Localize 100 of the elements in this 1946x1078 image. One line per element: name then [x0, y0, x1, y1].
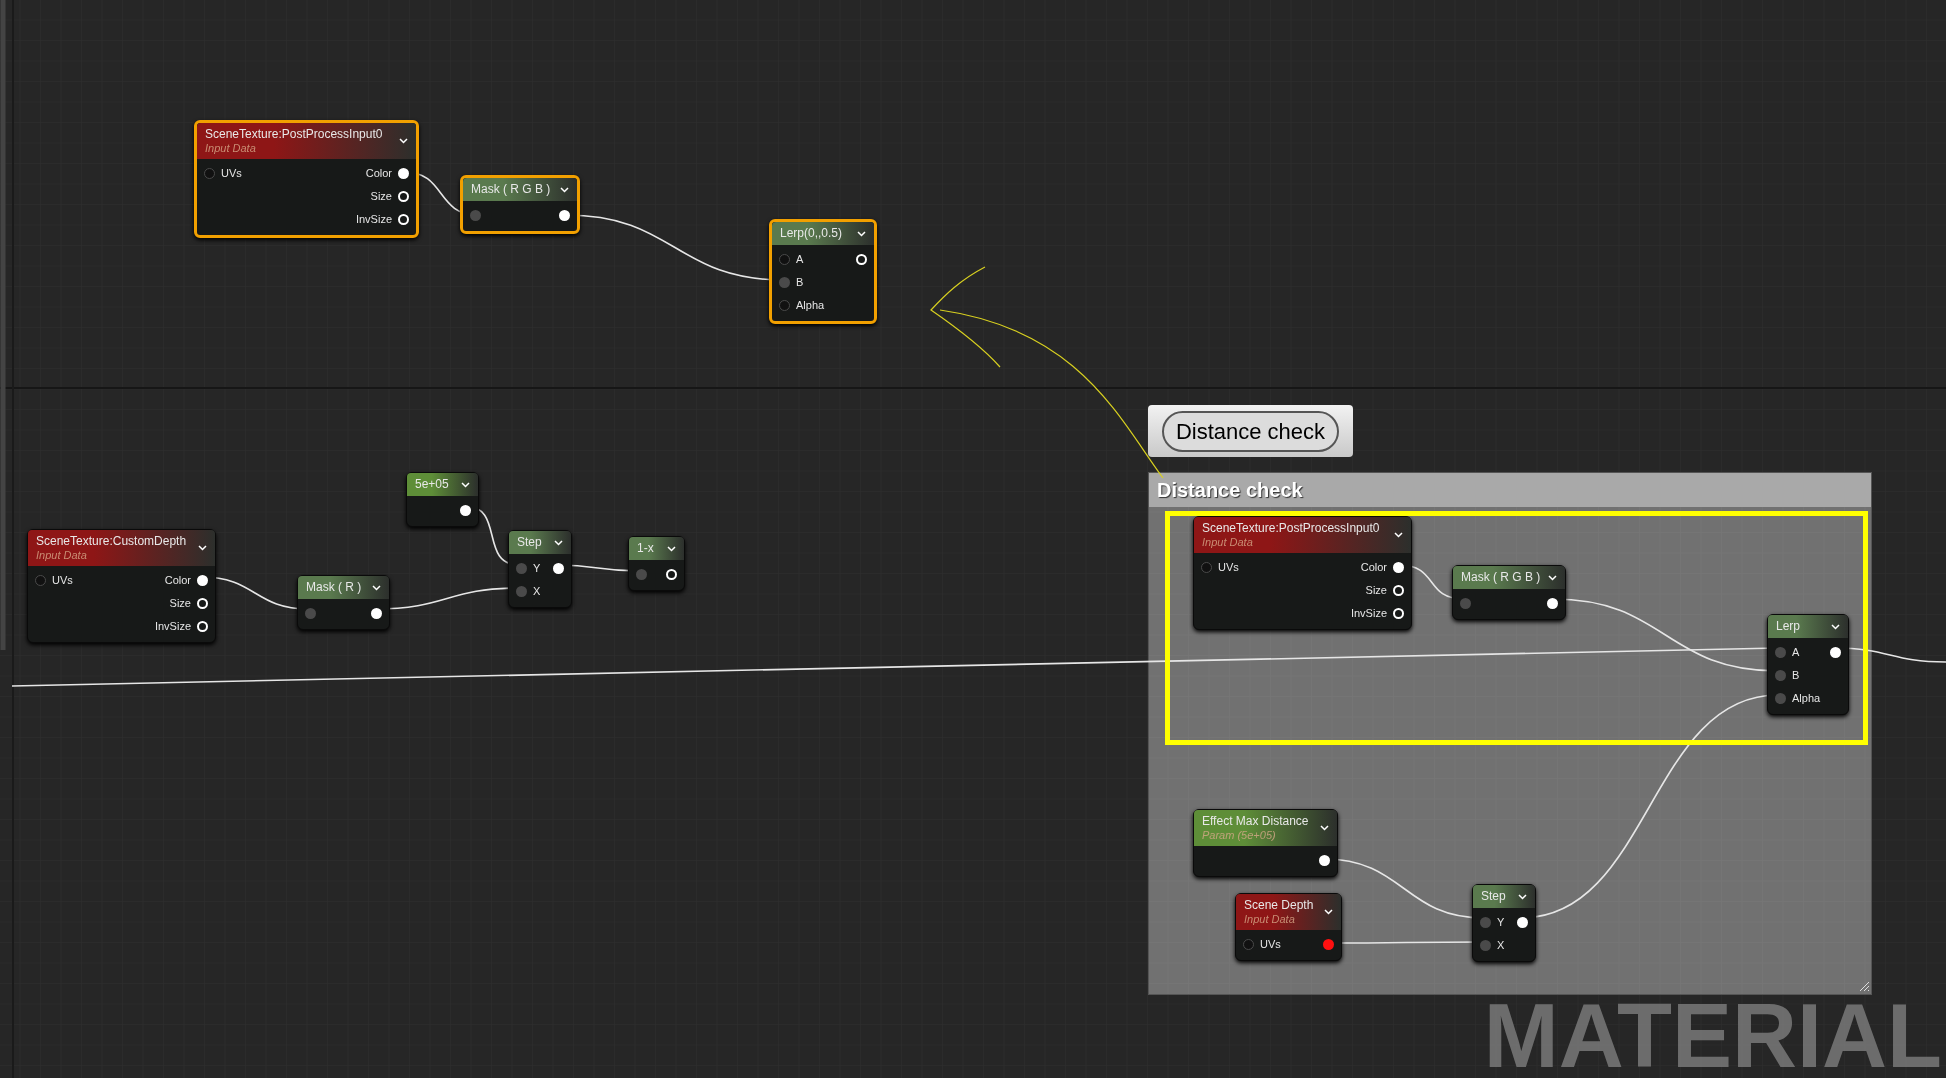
pin-label: Alpha: [796, 298, 825, 314]
node-title: 1-x: [637, 541, 654, 556]
pin-label: UVs: [221, 166, 242, 182]
material-node[interactable]: Step Y X: [1472, 884, 1536, 962]
chevron-down-icon[interactable]: [554, 539, 563, 546]
node-title: Scene Depth: [1244, 897, 1314, 913]
output-pin[interactable]: [1319, 855, 1330, 866]
pin-label: B: [1792, 668, 1800, 684]
chevron-down-icon[interactable]: [461, 481, 470, 488]
node-title: Mask ( R ): [306, 580, 362, 595]
material-node[interactable]: Lerp A B Alpha: [1767, 614, 1849, 715]
material-node[interactable]: Mask ( R ): [297, 575, 390, 630]
input-pin[interactable]: [779, 254, 790, 265]
input-pin[interactable]: [1775, 647, 1786, 658]
chevron-down-icon[interactable]: [399, 138, 408, 144]
node-title: Mask ( R G B ): [1461, 570, 1541, 585]
input-pin[interactable]: [1460, 598, 1471, 609]
material-node[interactable]: SceneTexture:CustomDepth Input Data UVs Color Size InvSize: [27, 529, 216, 643]
output-pin[interactable]: [1393, 585, 1404, 596]
input-pin[interactable]: [1243, 939, 1254, 950]
output-pin[interactable]: [197, 598, 208, 609]
chevron-down-icon[interactable]: [667, 545, 676, 552]
node-subtitle: Input Data: [36, 548, 88, 563]
pin-label: Size: [169, 596, 191, 612]
material-node[interactable]: Scene Depth Input Data UVs: [1235, 893, 1342, 961]
output-pin[interactable]: [559, 210, 570, 221]
pin-label: Size: [370, 189, 392, 205]
input-pin[interactable]: [1201, 562, 1212, 573]
output-pin[interactable]: [1393, 608, 1404, 619]
node-subtitle: Input Data: [1202, 535, 1254, 550]
node-subtitle: Input Data: [1244, 912, 1296, 927]
material-node[interactable]: Mask ( R G B ): [1452, 565, 1566, 620]
pin-label: Y: [533, 561, 541, 577]
material-node[interactable]: Step Y X: [508, 530, 572, 608]
input-pin[interactable]: [516, 563, 527, 574]
pin-label: InvSize: [154, 619, 191, 635]
chevron-down-icon[interactable]: [1518, 893, 1527, 900]
node-title: SceneTexture:PostProcessInput0: [1202, 520, 1380, 536]
pin-label: InvSize: [1350, 606, 1387, 622]
chevron-down-icon[interactable]: [857, 230, 866, 237]
output-pin[interactable]: [856, 254, 867, 265]
input-pin[interactable]: [35, 575, 46, 586]
material-node[interactable]: SceneTexture:PostProcessInput0 Input Data UVs Color Size InvSize: [194, 120, 419, 238]
material-node[interactable]: Lerp(0,,0.5) A B Alpha: [769, 219, 877, 324]
output-pin[interactable]: [1547, 598, 1558, 609]
tooltip-label: Distance check: [1161, 410, 1340, 452]
node-title: 5e+05: [415, 477, 449, 492]
material-node[interactable]: 1-x: [628, 536, 685, 591]
graph-type-label: MATERIAL: [1483, 997, 1942, 1075]
output-pin[interactable]: [197, 621, 208, 632]
material-node[interactable]: Mask ( R G B ): [460, 175, 580, 234]
input-pin[interactable]: [470, 210, 481, 221]
pin-label: InvSize: [355, 212, 392, 228]
node-title: SceneTexture:CustomDepth: [36, 533, 187, 549]
output-pin[interactable]: [1517, 917, 1528, 928]
comment-title: Distance check: [1149, 473, 1871, 507]
chevron-down-icon[interactable]: [372, 584, 381, 591]
input-pin[interactable]: [1775, 693, 1786, 704]
pin-label: A: [1792, 645, 1800, 661]
pin-label: Size: [1365, 583, 1387, 599]
material-node[interactable]: SceneTexture:PostProcessInput0 Input Data UVs Color Size InvSize: [1193, 516, 1412, 630]
chevron-down-icon[interactable]: [1548, 574, 1557, 581]
output-pin[interactable]: [398, 191, 409, 202]
input-pin[interactable]: [516, 586, 527, 597]
chevron-down-icon[interactable]: [1394, 532, 1403, 538]
output-pin[interactable]: [1830, 647, 1841, 658]
node-subtitle: Input Data: [205, 141, 257, 156]
node-title: Lerp: [1776, 619, 1801, 634]
output-pin[interactable]: [398, 168, 409, 179]
output-pin[interactable]: [398, 214, 409, 225]
output-pin[interactable]: [666, 569, 677, 580]
input-pin[interactable]: [779, 300, 790, 311]
output-pin[interactable]: [1393, 562, 1404, 573]
chevron-down-icon[interactable]: [198, 545, 207, 551]
output-pin[interactable]: [460, 505, 471, 516]
pin-label: X: [533, 584, 541, 600]
input-pin[interactable]: [305, 608, 316, 619]
node-title: Step: [1481, 889, 1506, 904]
node-title: Lerp(0,,0.5): [780, 226, 843, 241]
output-pin[interactable]: [197, 575, 208, 586]
chevron-down-icon[interactable]: [1320, 825, 1329, 831]
input-pin[interactable]: [636, 569, 647, 580]
node-title: Step: [517, 535, 542, 550]
output-pin[interactable]: [371, 608, 382, 619]
input-pin[interactable]: [779, 277, 790, 288]
input-pin[interactable]: [204, 168, 215, 179]
chevron-down-icon[interactable]: [560, 186, 569, 193]
resize-grip-icon[interactable]: [1858, 980, 1870, 992]
chevron-down-icon[interactable]: [1831, 623, 1840, 630]
pin-label: Alpha: [1792, 691, 1821, 707]
pin-label: X: [1497, 938, 1505, 954]
output-pin[interactable]: [553, 563, 564, 574]
node-subtitle: Param (5e+05): [1202, 828, 1277, 843]
pin-label: Color: [365, 166, 392, 182]
pin-label: Y: [1497, 915, 1505, 931]
input-pin[interactable]: [1775, 670, 1786, 681]
pin-label: A: [796, 252, 804, 268]
chevron-down-icon[interactable]: [1324, 909, 1333, 915]
input-pin[interactable]: [1480, 917, 1491, 928]
input-pin[interactable]: [1480, 940, 1491, 951]
